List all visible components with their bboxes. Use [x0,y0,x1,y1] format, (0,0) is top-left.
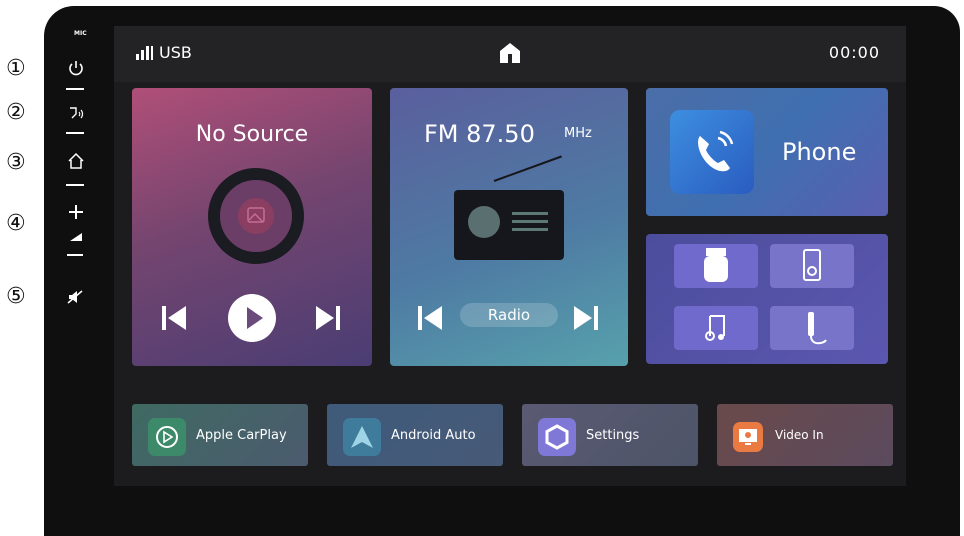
ipod-source-button[interactable] [770,244,854,288]
radio-knob [468,206,500,238]
android-auto-label: Android Auto [391,428,476,443]
radio-card[interactable]: FM 87.50 MHz Radio [390,88,628,366]
divider [66,88,84,90]
music-source-button[interactable] [674,306,758,350]
number-4: ④ [6,211,26,236]
apple-carplay-button[interactable]: Apple CarPlay [132,404,308,466]
usb-source-button[interactable] [674,244,758,288]
antenna-icon [493,155,562,182]
sources-card [646,234,888,364]
home-icon[interactable] [499,42,521,64]
aux-source-button[interactable] [770,306,854,350]
video-in-label: Video In [775,428,824,442]
mute-icon[interactable] [67,290,85,304]
signal-bars-icon [136,45,153,60]
carplay-label: Apple CarPlay [196,428,287,443]
album-art-disc [208,168,304,264]
home-icon[interactable] [67,152,85,170]
previous-track-icon[interactable] [160,294,188,342]
video-in-icon [733,422,763,452]
source-label: USB [159,43,192,62]
carplay-icon [148,418,186,456]
radio-frequency: FM 87.50 [424,120,535,148]
power-icon[interactable] [66,58,86,78]
radio-grille [512,212,548,215]
volume-down-icon[interactable] [67,254,83,256]
screen: USB 00:00 No Source FM 87.50 MHz Radio P… [114,26,906,486]
media-title: No Source [195,122,309,147]
no-image-icon [238,198,274,234]
phone-label: Phone [782,138,857,166]
aux-cable-icon [808,312,827,345]
next-track-icon[interactable] [314,294,342,342]
phone-icon [670,110,754,194]
play-button[interactable] [228,294,276,342]
number-5: ⑤ [6,284,26,309]
number-2: ② [6,100,26,125]
android-auto-icon [343,418,381,456]
number-3: ③ [6,150,26,175]
android-auto-button[interactable]: Android Auto [327,404,503,466]
phone-card[interactable]: Phone [646,88,888,216]
volume-level-icon [70,233,82,241]
radio-label: Radio [460,303,558,327]
usb-drive-icon [704,248,728,282]
video-in-button[interactable]: Video In [717,404,893,466]
volume-up-icon[interactable] [68,204,84,220]
radio-grille [512,220,548,223]
seek-back-icon[interactable] [416,294,444,342]
source-indicator[interactable]: USB [136,43,192,62]
number-1: ① [6,56,26,81]
status-bar: USB 00:00 [114,26,906,82]
voice-icon[interactable] [67,104,85,122]
clock: 00:00 [828,43,880,62]
seek-forward-icon[interactable] [572,294,600,342]
music-note-icon [705,315,725,341]
radio-grille [512,228,548,231]
settings-label: Settings [586,428,640,443]
settings-button[interactable]: Settings [522,404,698,466]
radio-icon [454,190,564,260]
divider [66,132,84,134]
settings-icon [538,418,576,456]
media-player-card[interactable]: No Source [132,88,372,366]
divider [66,184,84,186]
mic-label: MIC [74,30,87,37]
radio-unit: MHz [564,126,592,141]
ipod-icon [803,249,821,281]
